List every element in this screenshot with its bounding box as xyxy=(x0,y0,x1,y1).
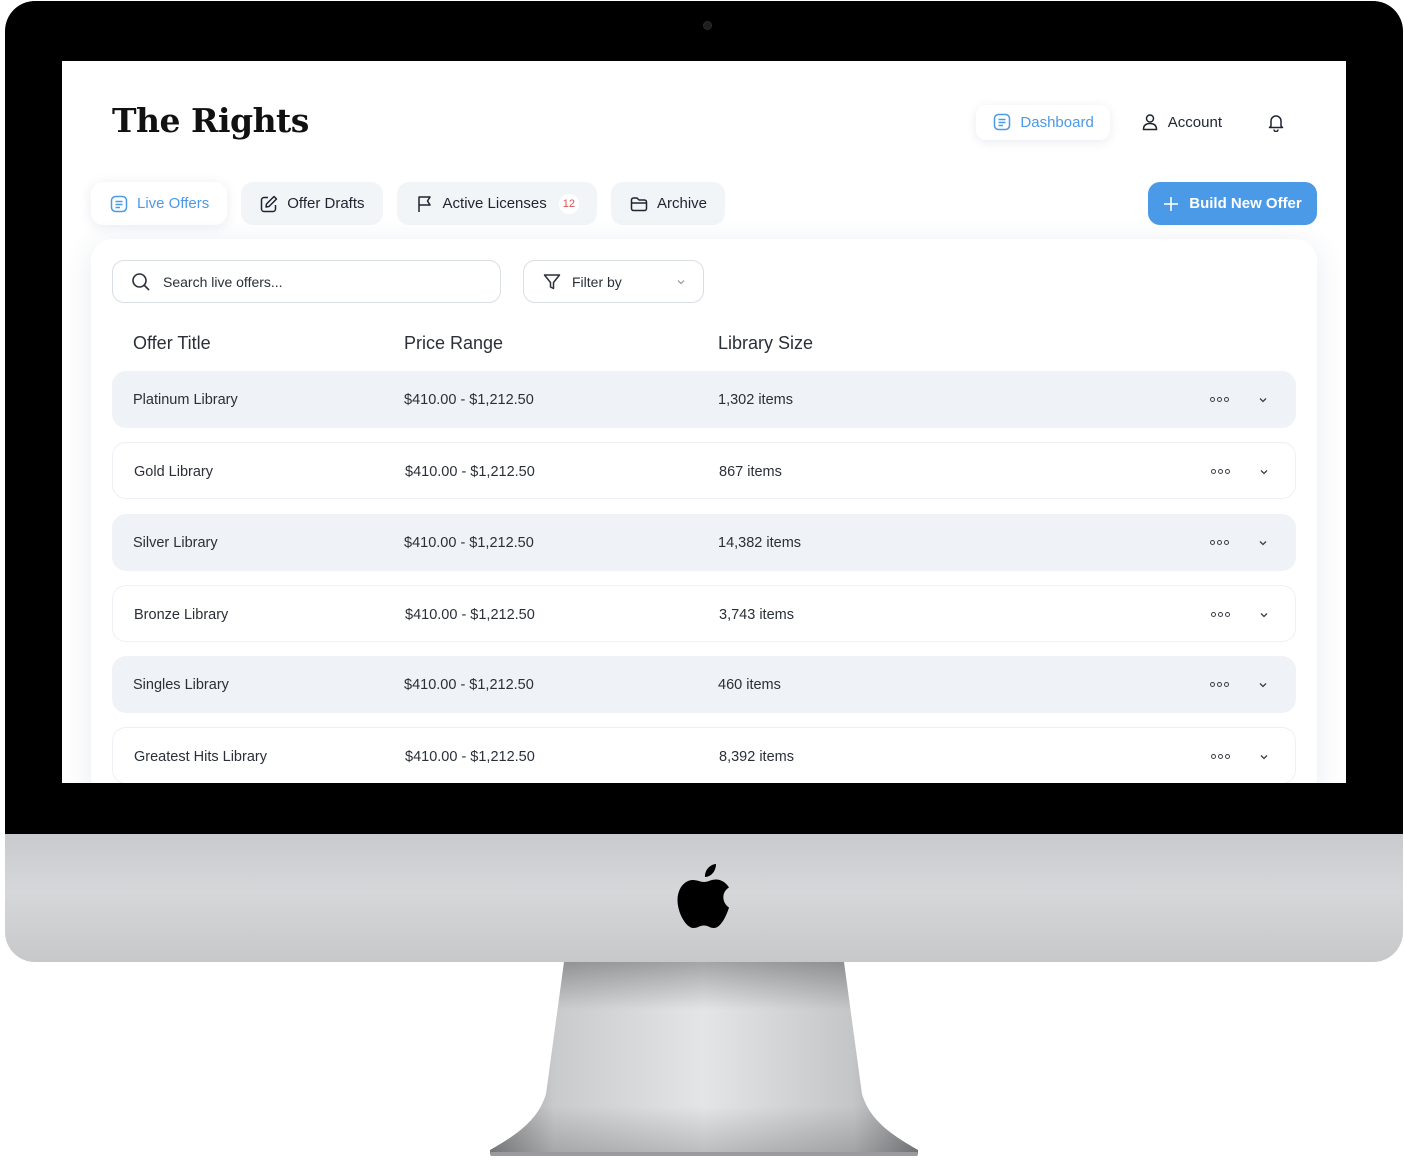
offer-title-cell: Platinum Library xyxy=(133,392,238,408)
license-count-badge: 12 xyxy=(558,193,579,214)
tab-offer-drafts[interactable]: Offer Drafts xyxy=(241,182,383,225)
bell-icon xyxy=(1268,115,1284,132)
chevron-down-icon[interactable] xyxy=(1257,394,1269,406)
library-size-cell: 460 items xyxy=(718,677,781,694)
column-header-offer-title: Offer Title xyxy=(133,333,211,353)
dashboard-button[interactable]: Dashboard xyxy=(976,104,1110,140)
chevron-down-icon[interactable] xyxy=(1258,466,1270,478)
column-header-library-size: Library Size xyxy=(718,333,814,353)
filter-dropdown[interactable]: Filter by xyxy=(523,260,704,303)
dashboard-label: Dashboard xyxy=(1020,113,1094,131)
tab-live-offers[interactable]: Live Offers xyxy=(91,182,228,225)
library-size-cell: 14,382 items xyxy=(718,534,802,551)
folder-icon xyxy=(630,196,648,211)
table-row[interactable]: Greatest Hits Library $410.00 - $1,212.5… xyxy=(112,727,1296,783)
table-row[interactable]: Singles Library $410.00 - $1,212.50 460 … xyxy=(112,656,1296,714)
plus-icon xyxy=(1164,196,1179,211)
more-options-icon[interactable] xyxy=(1210,682,1229,688)
price-range-cell: $410.00 - $1,212.50 xyxy=(404,392,534,408)
more-options-icon[interactable] xyxy=(1211,611,1230,617)
monitor-stand xyxy=(490,962,918,1156)
table-row[interactable]: Gold Library $410.00 - $1,212.50 867 ite… xyxy=(112,442,1296,500)
more-options-icon[interactable] xyxy=(1210,539,1229,545)
search-icon xyxy=(132,272,150,291)
offer-tabs: Live Offers Offer Drafts Active Licenses… xyxy=(91,182,726,225)
tab-active-licenses[interactable]: Active Licenses 12 xyxy=(396,182,597,225)
document-icon xyxy=(110,195,128,212)
price-range-cell: $410.00 - $1,212.50 xyxy=(404,534,534,551)
price-range-cell: $410.00 - $1,212.50 xyxy=(404,677,534,694)
chevron-down-icon[interactable] xyxy=(1258,609,1270,621)
account-label: Account xyxy=(1167,113,1222,131)
price-range-cell: $410.00 - $1,212.50 xyxy=(405,606,535,623)
offer-title-cell: Greatest Hits Library xyxy=(134,749,267,766)
library-size-cell: 8,392 items xyxy=(719,749,794,766)
camera-icon xyxy=(703,21,712,30)
offers-table: Platinum Library $410.00 - $1,212.50 1,3… xyxy=(112,371,1296,783)
tab-label: Archive xyxy=(656,195,708,212)
tab-label: Offer Drafts xyxy=(287,195,365,212)
apple-logo-icon xyxy=(677,864,729,928)
tab-archive[interactable]: Archive xyxy=(610,182,726,225)
more-options-icon[interactable] xyxy=(1211,469,1230,475)
document-icon xyxy=(994,113,1011,131)
build-new-offer-label: Build New Offer xyxy=(1189,195,1302,212)
chevron-down-icon[interactable] xyxy=(1258,751,1270,763)
column-header-price-range: Price Range xyxy=(404,333,504,353)
price-range-cell: $410.00 - $1,212.50 xyxy=(405,749,535,766)
filter-label: Filter by xyxy=(572,273,622,290)
flag-icon xyxy=(417,195,431,212)
funnel-icon xyxy=(543,273,561,289)
table-row[interactable]: Bronze Library $410.00 - $1,212.50 3,743… xyxy=(112,584,1296,642)
notifications-button[interactable] xyxy=(1258,104,1294,140)
build-new-offer-button[interactable]: Build New Offer xyxy=(1148,182,1317,225)
price-range-cell: $410.00 - $1,212.50 xyxy=(405,464,535,481)
tab-label: Active Licenses xyxy=(442,195,547,212)
offer-title-cell: Bronze Library xyxy=(134,606,229,623)
table-row[interactable]: Platinum Library $410.00 - $1,212.50 1,3… xyxy=(112,371,1296,428)
top-navigation: Dashboard Account xyxy=(976,104,1294,140)
chevron-down-icon[interactable] xyxy=(1257,679,1269,691)
offers-panel: Filter by Offer Title Price Range Librar… xyxy=(91,239,1317,783)
offer-title-cell: Singles Library xyxy=(133,677,229,694)
app-logo: The Rights xyxy=(112,101,309,140)
more-options-icon[interactable] xyxy=(1211,754,1230,760)
app-screen: The Rights Dashboard Account Live Offers… xyxy=(62,61,1346,783)
chevron-down-icon xyxy=(677,280,685,285)
library-size-cell: 1,302 items xyxy=(718,392,793,408)
offer-title-cell: Gold Library xyxy=(134,464,213,481)
table-row[interactable]: Silver Library $410.00 - $1,212.50 14,38… xyxy=(112,513,1296,571)
library-size-cell: 3,743 items xyxy=(719,606,794,623)
chevron-down-icon[interactable] xyxy=(1257,537,1269,549)
edit-icon xyxy=(261,195,278,212)
account-button[interactable]: Account xyxy=(1124,105,1238,140)
library-size-cell: 867 items xyxy=(719,464,782,481)
more-options-icon[interactable] xyxy=(1210,397,1229,402)
search-input[interactable] xyxy=(163,273,473,290)
tab-label: Live Offers xyxy=(137,195,210,212)
search-box xyxy=(112,260,501,303)
offer-title-cell: Silver Library xyxy=(133,534,218,551)
user-icon xyxy=(1142,114,1158,131)
